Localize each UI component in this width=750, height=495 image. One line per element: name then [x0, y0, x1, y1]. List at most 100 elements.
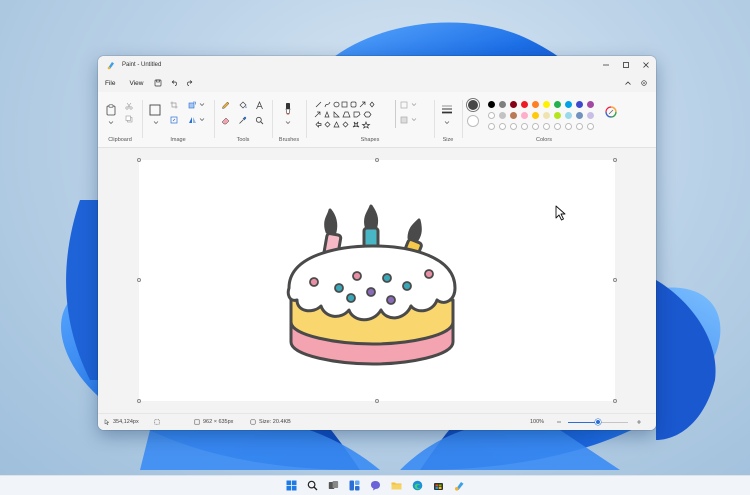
taskbar-edge[interactable] [411, 480, 423, 492]
chevron-down-icon[interactable] [153, 120, 159, 125]
color-swatch[interactable] [543, 101, 550, 108]
resize-icon[interactable] [170, 116, 178, 124]
taskbar-chat[interactable] [369, 480, 381, 492]
fill-style-icon[interactable] [400, 116, 409, 124]
sprinkle-dot [382, 273, 392, 283]
zoom-slider-thumb[interactable] [595, 419, 601, 425]
color-swatch[interactable] [532, 112, 539, 119]
chevron-down-icon[interactable] [444, 120, 450, 125]
color-swatch[interactable] [521, 112, 528, 119]
custom-color-slot[interactable] [543, 123, 550, 130]
zoom-out-icon[interactable] [556, 419, 562, 425]
sprinkle-dot [424, 269, 434, 279]
save-button[interactable] [150, 74, 166, 92]
taskbar-paint[interactable] [453, 480, 465, 492]
zoom-slider[interactable] [568, 419, 628, 425]
chevron-down-icon[interactable] [411, 117, 417, 122]
taskbar-task-view[interactable] [327, 480, 339, 492]
custom-color-slot[interactable] [499, 123, 506, 130]
crop-size-icon [194, 419, 200, 425]
color-swatch[interactable] [499, 112, 506, 119]
color-swatch[interactable] [565, 112, 572, 119]
color-swatch[interactable] [488, 112, 495, 119]
taskbar-file-explorer[interactable] [390, 480, 402, 492]
view-menu[interactable]: View [122, 74, 150, 92]
color-swatch[interactable] [554, 101, 561, 108]
resize-handle[interactable] [613, 399, 617, 403]
settings-button[interactable] [636, 74, 652, 92]
color-swatch[interactable] [488, 101, 495, 108]
resize-handle[interactable] [375, 158, 379, 162]
file-menu[interactable]: File [98, 74, 122, 92]
minimize-button[interactable] [596, 56, 616, 74]
drawing-canvas[interactable] [137, 158, 617, 403]
custom-color-slot[interactable] [565, 123, 572, 130]
size-icon[interactable] [441, 104, 453, 114]
magnifier-icon[interactable] [255, 116, 264, 125]
color-swatch[interactable] [532, 101, 539, 108]
custom-color-slot[interactable] [521, 123, 528, 130]
undo-button[interactable] [166, 74, 182, 92]
redo-button[interactable] [182, 74, 198, 92]
resize-handle[interactable] [137, 399, 141, 403]
resize-handle[interactable] [137, 158, 141, 162]
custom-color-slot[interactable] [488, 123, 495, 130]
outline-icon[interactable] [400, 101, 409, 109]
color-swatch[interactable] [554, 112, 561, 119]
clipboard-label: Clipboard [108, 137, 132, 143]
primary-color[interactable] [467, 99, 479, 111]
cut-icon[interactable] [125, 102, 133, 110]
shapes-group: Shapes [308, 96, 432, 146]
crop-icon[interactable] [170, 101, 178, 109]
custom-color-slot[interactable] [554, 123, 561, 130]
color-swatch[interactable] [510, 112, 517, 119]
color-swatch[interactable] [576, 101, 583, 108]
file-size-value: Size: 20.4KB [259, 419, 291, 425]
resize-handle[interactable] [137, 278, 141, 282]
chevron-down-icon[interactable] [285, 120, 291, 125]
chevron-down-icon[interactable] [411, 102, 417, 107]
copy-icon[interactable] [125, 115, 133, 123]
custom-color-slot[interactable] [576, 123, 583, 130]
color-picker-icon[interactable] [238, 116, 247, 125]
color-swatch[interactable] [510, 101, 517, 108]
paste-icon[interactable] [106, 104, 116, 116]
resize-handle[interactable] [375, 399, 379, 403]
color-swatch[interactable] [565, 101, 572, 108]
rotate-icon[interactable] [188, 101, 197, 109]
secondary-color[interactable] [467, 115, 479, 127]
color-swatch[interactable] [576, 112, 583, 119]
color-swatch[interactable] [499, 101, 506, 108]
text-icon[interactable] [255, 101, 264, 110]
taskbar-store[interactable] [432, 480, 444, 492]
chevron-down-icon[interactable] [199, 102, 205, 107]
custom-color-slot[interactable] [532, 123, 539, 130]
resize-handle[interactable] [613, 158, 617, 162]
color-swatch[interactable] [521, 101, 528, 108]
brush-icon[interactable] [283, 102, 293, 116]
eraser-icon[interactable] [221, 116, 230, 125]
shapes-gallery[interactable] [314, 100, 398, 130]
chevron-down-icon[interactable] [199, 117, 205, 122]
edit-colors-icon[interactable] [605, 106, 617, 118]
close-button[interactable] [636, 56, 656, 74]
selection-size-value: 962 × 635px [203, 419, 234, 425]
taskbar-widgets[interactable] [348, 480, 360, 492]
resize-handle[interactable] [613, 278, 617, 282]
chevron-down-icon[interactable] [108, 120, 114, 125]
custom-color-slot[interactable] [510, 123, 517, 130]
pencil-icon[interactable] [221, 101, 230, 110]
maximize-button[interactable] [616, 56, 636, 74]
color-swatch[interactable] [587, 101, 594, 108]
color-swatch[interactable] [587, 112, 594, 119]
fill-icon[interactable] [238, 101, 247, 110]
start-button[interactable] [285, 480, 297, 492]
collapse-ribbon-button[interactable] [620, 74, 636, 92]
select-icon[interactable] [149, 104, 161, 116]
custom-color-slot[interactable] [587, 123, 594, 130]
color-swatch[interactable] [543, 112, 550, 119]
title-bar[interactable]: Paint - Untitled [98, 56, 656, 74]
taskbar-search[interactable] [306, 480, 318, 492]
zoom-in-icon[interactable] [636, 419, 642, 425]
flip-icon[interactable] [188, 116, 197, 124]
